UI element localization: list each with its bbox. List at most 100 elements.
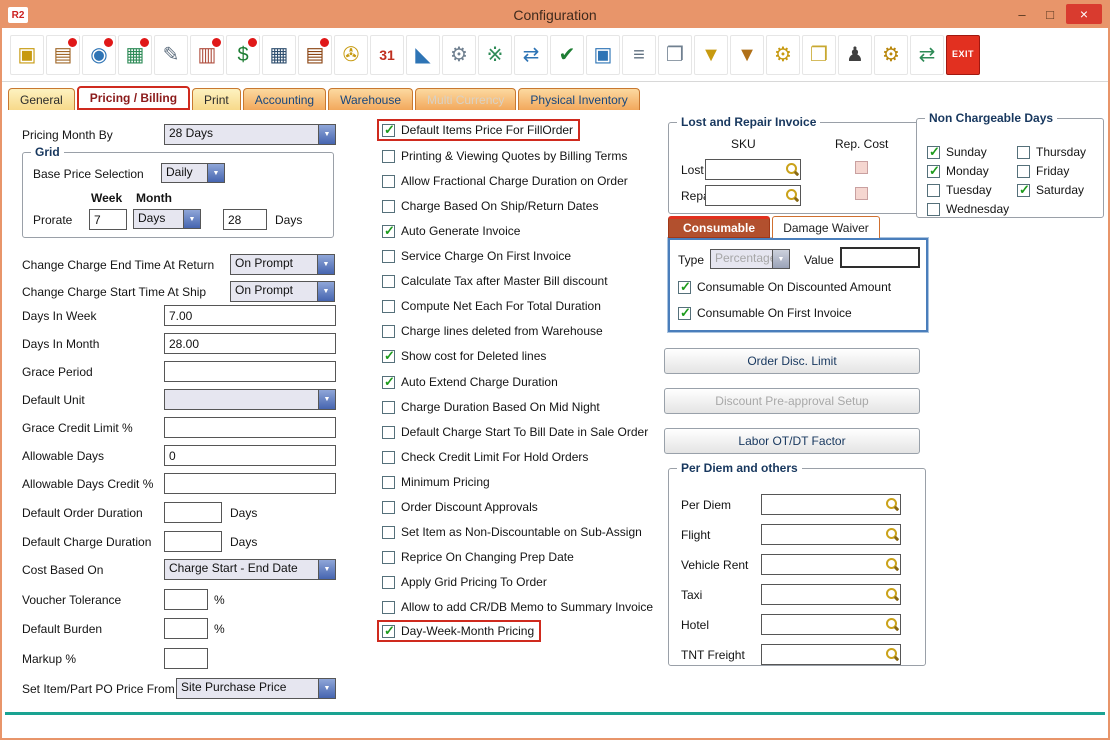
register-icon[interactable]: ▦	[118, 35, 152, 75]
checkbox-icon[interactable]	[382, 426, 395, 439]
notebook-icon[interactable]: ▤	[298, 35, 332, 75]
tab-physical-inventory[interactable]: Physical Inventory	[518, 88, 639, 110]
allowable-days-credit-input[interactable]	[164, 473, 336, 494]
check-auto-generate-invoice[interactable]: Auto Generate Invoice	[382, 222, 520, 240]
check-monday[interactable]: Monday	[927, 162, 989, 180]
check-minimum-pricing[interactable]: Minimum Pricing	[382, 473, 490, 491]
tab-pricing-billing[interactable]: Pricing / Billing	[77, 86, 190, 110]
search-icon[interactable]	[884, 556, 900, 573]
checkbox-icon[interactable]	[382, 124, 395, 137]
taxi-input[interactable]	[762, 588, 884, 602]
checkbox-icon[interactable]	[382, 225, 395, 238]
grace-period-input[interactable]	[164, 361, 336, 382]
check-charge-duration-midnight[interactable]: Charge Duration Based On Mid Night	[382, 398, 600, 416]
pricing-month-by-select[interactable]: 28 Days	[164, 124, 336, 145]
per-diem-field[interactable]	[761, 494, 901, 515]
check-printing-viewing-quotes[interactable]: Printing & Viewing Quotes by Billing Ter…	[382, 147, 627, 165]
tab-accounting[interactable]: Accounting	[243, 88, 326, 110]
close-button[interactable]: ×	[1066, 4, 1102, 24]
checkbox-icon[interactable]	[927, 165, 940, 178]
prorate-week-input[interactable]	[89, 209, 127, 230]
ledger-icon[interactable]: ▤	[46, 35, 80, 75]
prorate-days-input[interactable]	[223, 209, 267, 230]
hotel-input[interactable]	[762, 618, 884, 632]
check-apply-grid-pricing[interactable]: Apply Grid Pricing To Order	[382, 573, 547, 591]
search-icon[interactable]	[784, 187, 800, 204]
chevron-down-icon[interactable]	[318, 125, 335, 144]
search-icon[interactable]	[884, 646, 900, 663]
checkbox-icon[interactable]	[382, 325, 395, 338]
checkbox-icon[interactable]	[382, 625, 395, 638]
checkbox-icon[interactable]	[382, 501, 395, 514]
search-icon[interactable]	[884, 616, 900, 633]
check-allow-fractional-charge-duration[interactable]: Allow Fractional Charge Duration on Orde…	[382, 172, 628, 190]
check-service-charge-first-invoice[interactable]: Service Charge On First Invoice	[382, 247, 571, 265]
check-calculate-tax-after-master-bill[interactable]: Calculate Tax after Master Bill discount	[382, 272, 608, 290]
minimize-button[interactable]: –	[1010, 4, 1034, 24]
attachment-icon[interactable]: ✇	[334, 35, 368, 75]
chevron-down-icon[interactable]	[317, 255, 334, 274]
base-price-selection-select[interactable]: Daily	[161, 163, 225, 183]
check-default-charge-start-bill-date[interactable]: Default Charge Start To Bill Date in Sal…	[382, 423, 648, 441]
copy-icon[interactable]: ❐	[658, 35, 692, 75]
flight-input[interactable]	[762, 528, 884, 542]
edit-page-icon[interactable]: ✎	[154, 35, 188, 75]
drawing-icon[interactable]: ◣	[406, 35, 440, 75]
default-unit-select[interactable]	[164, 389, 336, 410]
checkbox-icon[interactable]	[382, 376, 395, 389]
invoice-icon[interactable]: ▥	[190, 35, 224, 75]
checkbox-icon[interactable]	[1017, 165, 1030, 178]
spheres-icon[interactable]: ※	[478, 35, 512, 75]
default-charge-duration-input[interactable]	[164, 531, 222, 552]
hotel-field[interactable]	[761, 614, 901, 635]
check-consumable-on-discounted-amount[interactable]: Consumable On Discounted Amount	[678, 278, 891, 296]
default-burden-input[interactable]	[164, 618, 208, 639]
charge-end-select[interactable]: On Prompt	[230, 254, 335, 275]
voucher-tolerance-input[interactable]	[164, 589, 208, 610]
check-credit-limit-hold-orders[interactable]: Check Credit Limit For Hold Orders	[382, 448, 588, 466]
checkbox-icon[interactable]	[927, 146, 940, 159]
check-saturday[interactable]: Saturday	[1017, 181, 1084, 199]
prorate-month-unit-select[interactable]: Days	[133, 209, 201, 229]
allowable-days-input[interactable]	[164, 445, 336, 466]
charge-start-select[interactable]: On Prompt	[230, 281, 335, 302]
checkbox-icon[interactable]	[382, 476, 395, 489]
checkbox-icon[interactable]	[382, 150, 395, 163]
check-allow-crdb-memo[interactable]: Allow to add CR/DB Memo to Summary Invoi…	[382, 598, 653, 616]
search-icon[interactable]	[884, 526, 900, 543]
search-icon[interactable]	[884, 586, 900, 603]
check-day-week-month-pricing[interactable]: Day-Week-Month Pricing	[377, 620, 541, 642]
tnt-freight-input[interactable]	[762, 648, 884, 662]
check-set-item-non-discountable[interactable]: Set Item as Non-Discountable on Sub-Assi…	[382, 523, 642, 541]
maximize-button[interactable]: □	[1038, 4, 1062, 24]
checkbox-icon[interactable]	[382, 200, 395, 213]
search-icon[interactable]	[784, 161, 800, 178]
exit-icon[interactable]: EXIT	[946, 35, 980, 75]
checkbox-icon[interactable]	[382, 175, 395, 188]
chevron-down-icon[interactable]	[183, 210, 200, 228]
search-icon[interactable]	[884, 496, 900, 513]
checkbox-icon[interactable]	[1017, 146, 1030, 159]
check-charge-based-on-ship-return[interactable]: Charge Based On Ship/Return Dates	[382, 197, 598, 215]
labor-otdt-factor-button[interactable]: Labor OT/DT Factor	[664, 428, 920, 454]
grid-icon[interactable]: ▦	[262, 35, 296, 75]
taxi-field[interactable]	[761, 584, 901, 605]
document-icon[interactable]: ≡	[622, 35, 656, 75]
checkbox-icon[interactable]	[382, 250, 395, 263]
checkbox-icon[interactable]	[382, 350, 395, 363]
check-consumable-on-first-invoice[interactable]: Consumable On First Invoice	[678, 304, 852, 322]
checkbox-icon[interactable]	[382, 275, 395, 288]
check-auto-extend-charge-duration[interactable]: Auto Extend Charge Duration	[382, 373, 558, 391]
checkbox-icon[interactable]	[382, 451, 395, 464]
check-default-items-price-for-fillorder[interactable]: Default Items Price For FillOrder	[377, 119, 580, 141]
repair-rep-cost-checkbox[interactable]	[855, 187, 868, 200]
note-clip-icon[interactable]: ❐	[802, 35, 836, 75]
checkbox-icon[interactable]	[927, 184, 940, 197]
tnt-freight-field[interactable]	[761, 644, 901, 665]
check-show-cost-deleted-lines[interactable]: Show cost for Deleted lines	[382, 347, 546, 365]
tab-consumable[interactable]: Consumable	[668, 216, 770, 238]
markup-input[interactable]	[164, 648, 208, 669]
chevron-down-icon[interactable]	[318, 560, 335, 579]
check-sunday[interactable]: Sunday	[927, 143, 987, 161]
check-tuesday[interactable]: Tuesday	[927, 181, 992, 199]
